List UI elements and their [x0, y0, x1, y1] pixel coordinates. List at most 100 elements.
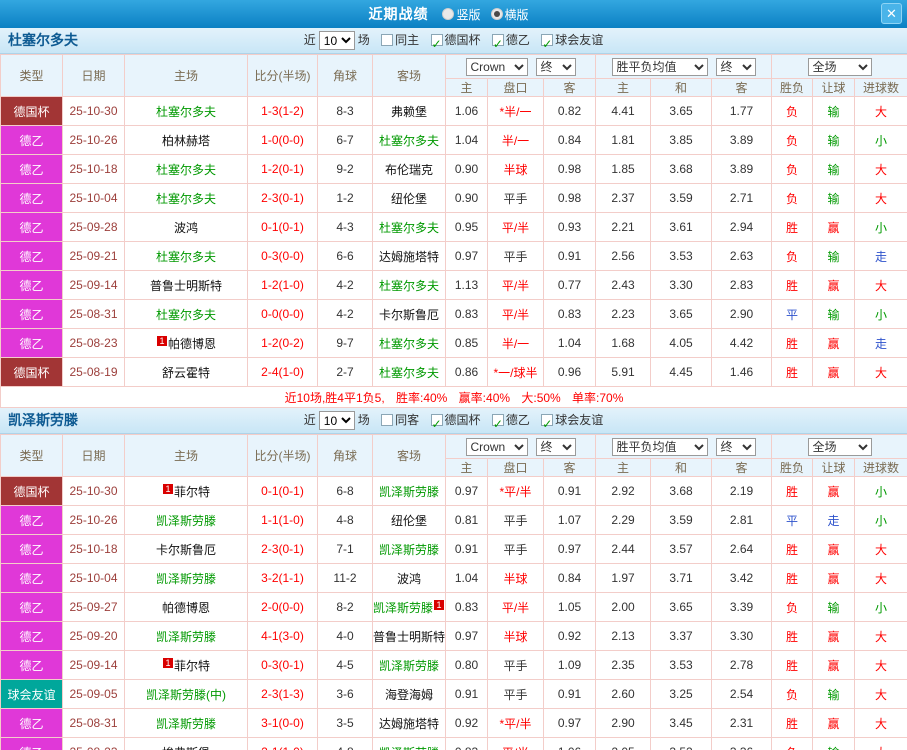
league-friendly-checkbox[interactable] — [541, 32, 554, 57]
away-team-cell: 凯泽斯劳滕 — [372, 737, 446, 750]
league-friendly-label[interactable]: 球会友谊 — [555, 33, 603, 47]
odds-company-select[interactable]: Crown — [465, 437, 528, 456]
avg-home-cell: 5.91 — [595, 357, 652, 387]
goals-result-cell: 大 — [854, 563, 907, 593]
layout-vertical-radio[interactable] — [442, 8, 455, 20]
date-cell: 25-10-30 — [62, 476, 125, 506]
wdl-average-select[interactable]: 胜平负均值 — [611, 57, 708, 76]
away-odds-cell: 0.98 — [542, 183, 597, 213]
same-venue-checkbox[interactable] — [381, 34, 394, 46]
match-row: 德乙 25-09-27 帕德博恩 2-0(0-0) 8-2 凯泽斯劳滕 1 0.8… — [0, 592, 907, 622]
corner-cell: 4-5 — [317, 650, 373, 680]
league-de2-checkbox[interactable] — [491, 32, 504, 57]
goals-result-cell: 小 — [854, 476, 907, 506]
same-venue-checkbox[interactable] — [381, 414, 394, 426]
league-cup-label[interactable]: 德国杯 — [445, 413, 481, 427]
result-cell: 负 — [771, 125, 814, 155]
result-cell: 胜 — [771, 357, 814, 387]
odds-final-select[interactable]: 终 — [535, 437, 576, 456]
league-type-cell: 德国杯 — [0, 357, 63, 387]
avg-home-cell: 2.21 — [595, 212, 652, 242]
league-cup-label[interactable]: 德国杯 — [445, 33, 481, 47]
away-odds-cell: 0.97 — [542, 534, 597, 564]
avg-home-cell: 2.00 — [595, 592, 652, 622]
odds-company-select[interactable]: Crown — [465, 57, 528, 76]
wdl-final-select[interactable]: 终 — [715, 57, 756, 76]
result-cell: 胜 — [771, 212, 814, 242]
near-label: 近 — [303, 33, 316, 47]
layout-horizontal-radio[interactable] — [490, 8, 503, 20]
league-friendly-label[interactable]: 球会友谊 — [555, 413, 603, 427]
avg-home-cell: 4.41 — [595, 96, 652, 126]
matches-table: 类型 日期 主场 比分(半场) 角球 客场 Crown 终 胜平负均值终 全场 主… — [0, 54, 907, 408]
goals-result-cell: 小 — [854, 592, 907, 622]
league-de2-label[interactable]: 德乙 — [506, 33, 530, 47]
away-team-name: 达姆施塔特 — [378, 249, 439, 264]
league-de2-checkbox[interactable] — [491, 412, 504, 437]
recent-count-select[interactable]: 10 — [318, 411, 355, 431]
match-row: 德乙 25-09-21 杜塞尔多夫 0-3(0-0) 6-6 达姆施塔特 0.9… — [0, 241, 907, 271]
result-cell: 胜 — [771, 476, 814, 506]
date-cell: 25-09-28 — [62, 212, 125, 242]
col-away: 客场 — [372, 434, 446, 477]
home-team-cell: 凯泽斯劳滕 — [124, 708, 248, 738]
league-type-cell: 德乙 — [0, 592, 63, 622]
col-type: 类型 — [0, 54, 63, 97]
match-row: 德乙 25-10-04 杜塞尔多夫 2-3(0-1) 1-2 纽伦堡 0.90 … — [0, 183, 907, 213]
result-cell: 胜 — [771, 534, 814, 564]
fulltime-select[interactable]: 全场 — [807, 437, 872, 456]
fulltime-select[interactable]: 全场 — [807, 57, 872, 76]
avg-home-cell: 2.56 — [595, 241, 652, 271]
col-date: 日期 — [62, 434, 125, 477]
away-team-name: 弗赖堡 — [390, 104, 427, 119]
col-avg-draw: 和 — [650, 78, 713, 97]
odds-final-select[interactable]: 终 — [535, 57, 576, 76]
result-cell: 平 — [771, 299, 814, 329]
close-icon[interactable]: ✕ — [881, 3, 902, 24]
avg-draw-cell: 3.68 — [650, 476, 713, 506]
league-type-cell: 德乙 — [0, 621, 63, 651]
home-team-name: 凯泽斯劳滕 — [155, 629, 216, 644]
league-type-cell: 德乙 — [0, 270, 63, 300]
wdl-average-select[interactable]: 胜平负均值 — [611, 437, 708, 456]
date-cell: 25-10-30 — [62, 96, 125, 126]
date-cell: 25-08-23 — [62, 328, 125, 358]
home-team-name: 卡尔斯鲁厄 — [155, 542, 216, 557]
corner-cell: 4-0 — [317, 621, 373, 651]
odds-controls: Crown 终 — [444, 434, 597, 459]
league-de2-label[interactable]: 德乙 — [506, 413, 530, 427]
league-type-cell: 德乙 — [0, 125, 63, 155]
away-team-cell: 凯泽斯劳滕 — [372, 476, 446, 506]
team-section-header: 凯泽斯劳滕 近10场 同客 德国杯 德乙 球会友谊 — [0, 408, 907, 437]
result-cell: 负 — [771, 241, 814, 271]
same-venue-label[interactable]: 同主 — [395, 33, 419, 47]
recent-count-select[interactable]: 10 — [318, 31, 355, 51]
home-team-cell: 凯泽斯劳滕 — [124, 563, 248, 593]
goals-result-cell: 小 — [854, 505, 907, 535]
corner-cell: 6-6 — [317, 241, 373, 271]
corner-cell: 8-2 — [317, 592, 373, 622]
wdl-controls: 胜平负均值终 — [595, 434, 773, 459]
same-venue-label[interactable]: 同客 — [395, 413, 419, 427]
score-cell: 1-3(1-2) — [247, 96, 318, 126]
league-friendly-checkbox[interactable] — [541, 412, 554, 437]
window-title: 近期战绩 — [368, 6, 429, 22]
goals-result-cell: 大 — [854, 708, 907, 738]
avg-home-cell: 2.05 — [595, 737, 652, 750]
home-team-cell: 埃弗斯堡 — [124, 737, 248, 750]
away-team-name: 波鸿 — [396, 571, 421, 586]
layout-vertical-label[interactable]: 竖版 — [456, 6, 480, 23]
red-card-badge: 1 — [162, 657, 173, 668]
games-label: 场 — [357, 413, 370, 427]
away-team-name: 卡尔斯鲁厄 — [378, 307, 439, 322]
layout-horizontal-label[interactable]: 横版 — [505, 6, 529, 23]
wdl-final-select[interactable]: 终 — [715, 437, 756, 456]
league-cup-checkbox[interactable] — [430, 412, 443, 437]
league-cup-checkbox[interactable] — [430, 32, 443, 57]
avg-away-cell: 2.71 — [711, 183, 773, 213]
away-team-name: 凯泽斯劳滕 — [378, 484, 439, 499]
score-cell: 3-1(0-0) — [247, 708, 318, 738]
avg-home-cell: 2.44 — [595, 534, 652, 564]
handicap-result-cell: 输 — [812, 183, 856, 213]
score-cell: 2-3(1-3) — [247, 679, 318, 709]
